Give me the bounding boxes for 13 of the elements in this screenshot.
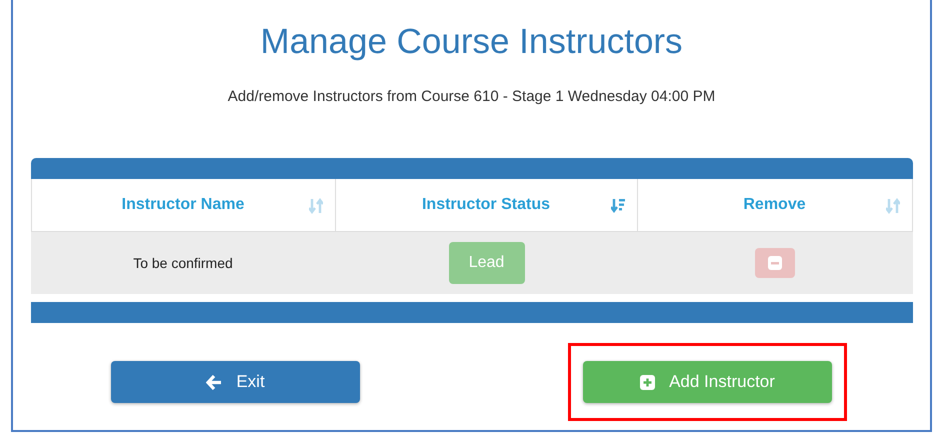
sort-descending-icon[interactable] xyxy=(610,198,624,214)
column-header[interactable]: Remove xyxy=(636,179,912,232)
sort-icon[interactable] xyxy=(886,198,900,214)
column-header[interactable]: Instructor Name xyxy=(30,179,336,232)
table-cell: To be confirmed xyxy=(30,232,336,294)
sort-icon[interactable] xyxy=(308,198,322,214)
page-title: Manage Course Instructors xyxy=(260,22,683,62)
arrow-left-icon xyxy=(206,374,222,390)
add-instructor-button[interactable]: Add Instructor xyxy=(583,361,832,403)
exit-button[interactable]: Exit xyxy=(111,361,360,403)
minus-icon xyxy=(768,256,782,270)
plus-icon xyxy=(640,374,656,390)
page-subtitle: Add/remove Instructors from Course 610 - Stage 1 Wednesday 04:00 PM xyxy=(228,88,716,105)
